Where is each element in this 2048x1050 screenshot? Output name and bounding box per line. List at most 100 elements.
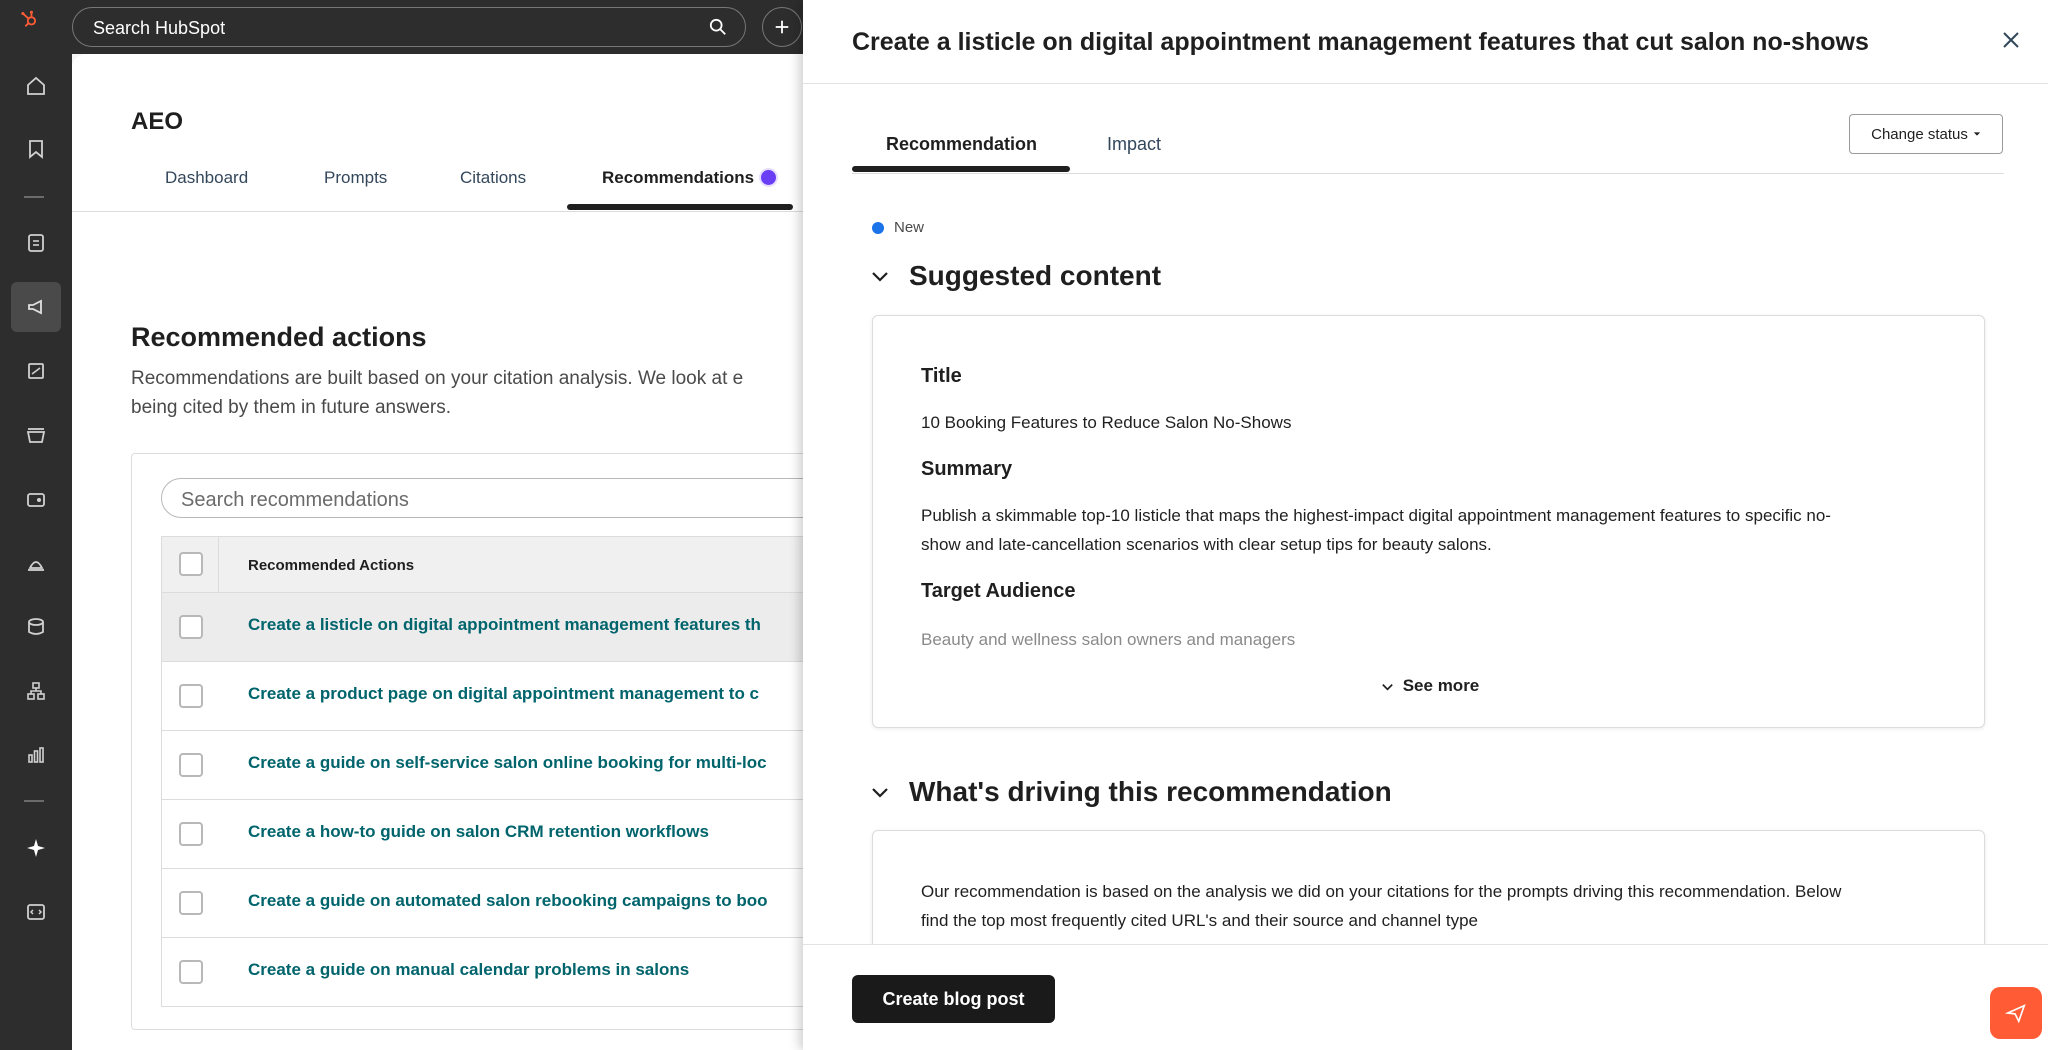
recommendations-search-input[interactable]: Search recommendations xyxy=(161,478,812,518)
row-checkbox[interactable] xyxy=(179,822,203,846)
panel-title: Create a listicle on digital appointment… xyxy=(852,28,1869,56)
title-label: Title xyxy=(921,365,962,387)
commerce-icon[interactable] xyxy=(11,410,61,460)
title-value: 10 Booking Features to Reduce Salon No-S… xyxy=(921,413,1292,432)
active-tab-indicator xyxy=(852,166,1070,172)
recommendations-search-placeholder: Search recommendations xyxy=(181,489,409,511)
see-more-label: See more xyxy=(1402,676,1480,695)
row-link[interactable]: Create a listicle on digital appointment… xyxy=(248,615,761,635)
chevron-down-icon xyxy=(872,788,888,798)
main-content: AEO Dashboard Prompts Citations Recommen… xyxy=(72,54,812,1050)
global-search-placeholder: Search HubSpot xyxy=(93,18,226,38)
row-checkbox[interactable] xyxy=(179,891,203,915)
row-link[interactable]: Create a how-to guide on salon CRM reten… xyxy=(248,822,709,842)
summary-line: show and late-cancellation scenarios wit… xyxy=(921,535,1492,554)
tab-citations[interactable]: Citations xyxy=(460,168,526,188)
target-audience-label: Target Audience xyxy=(921,580,1076,602)
panel-tabs: Recommendation Impact xyxy=(852,112,2004,174)
bookmark-icon[interactable] xyxy=(11,124,61,174)
tab-prompts[interactable]: Prompts xyxy=(324,168,387,188)
automation-icon[interactable] xyxy=(11,666,61,716)
summary-value: Publish a skimmable top-10 listicle that… xyxy=(921,501,1931,559)
row-checkbox[interactable] xyxy=(179,615,203,639)
section-description: Recommendations are built based on your … xyxy=(131,364,812,422)
summary-label: Summary xyxy=(921,458,1013,480)
change-status-label: Change status xyxy=(1871,125,1968,143)
table-row[interactable]: Create a how-to guide on salon CRM reten… xyxy=(161,800,812,869)
suggested-content-toggle[interactable]: Suggested content xyxy=(869,260,1161,292)
top-bar: Search HubSpot xyxy=(72,0,812,54)
notification-badge xyxy=(761,170,776,185)
row-link[interactable]: Create a product page on digital appoint… xyxy=(248,684,759,704)
close-icon[interactable] xyxy=(1999,28,2023,52)
reporting-icon[interactable] xyxy=(11,730,61,780)
row-link[interactable]: Create a guide on manual calendar proble… xyxy=(248,960,689,980)
content-icon[interactable] xyxy=(11,346,61,396)
chevron-down-icon xyxy=(872,272,888,282)
suggested-content-heading: Suggested content xyxy=(909,260,1162,291)
create-blog-post-button[interactable]: Create blog post xyxy=(852,975,1055,1023)
tab-impact[interactable]: Impact xyxy=(1107,134,1161,155)
driving-recommendation-text: Our recommendation is based on the analy… xyxy=(921,877,1931,935)
marketing-megaphone-icon[interactable] xyxy=(11,282,61,332)
table-row[interactable]: Create a guide on manual calendar proble… xyxy=(161,938,812,1007)
panel-footer: Create blog post xyxy=(803,944,2048,1050)
driving-recommendation-heading: What's driving this recommendation xyxy=(909,776,1392,807)
section-heading: Recommended actions xyxy=(131,322,427,352)
column-divider xyxy=(218,537,219,594)
select-all-checkbox[interactable] xyxy=(179,552,203,576)
table-row[interactable]: Create a product page on digital appoint… xyxy=(161,662,812,731)
create-new-button[interactable] xyxy=(762,7,802,47)
column-header-recommended-actions[interactable]: Recommended Actions xyxy=(248,557,414,574)
global-search-input[interactable]: Search HubSpot xyxy=(72,7,746,47)
target-audience-value: Beauty and wellness salon owners and man… xyxy=(921,630,1296,649)
status-dot xyxy=(872,222,884,234)
search-icon[interactable] xyxy=(709,18,727,41)
caret-down-icon xyxy=(1973,132,1981,136)
section-description-line: Recommendations are built based on your … xyxy=(131,368,744,389)
tab-dashboard[interactable]: Dashboard xyxy=(165,168,248,188)
row-checkbox[interactable] xyxy=(179,753,203,777)
table-row[interactable]: Create a listicle on digital appointment… xyxy=(161,593,812,662)
help-chat-button[interactable] xyxy=(1990,987,2042,1039)
driving-recommendation-toggle[interactable]: What's driving this recommendation xyxy=(869,776,1392,808)
left-nav-rail xyxy=(0,0,72,1050)
plus-icon xyxy=(775,20,789,34)
recommendation-detail-panel: Create a listicle on digital appointment… xyxy=(803,0,2048,1050)
row-checkbox[interactable] xyxy=(179,960,203,984)
rail-divider xyxy=(24,196,44,198)
contacts-icon[interactable] xyxy=(11,218,61,268)
driving-recommendation-card: Our recommendation is based on the analy… xyxy=(872,830,1985,944)
rail-divider xyxy=(24,800,44,802)
payments-icon[interactable] xyxy=(11,474,61,524)
row-checkbox[interactable] xyxy=(179,684,203,708)
suggested-content-card: Title 10 Booking Features to Reduce Salo… xyxy=(872,315,1985,728)
home-icon[interactable] xyxy=(11,61,61,111)
active-tab-indicator xyxy=(567,204,793,210)
panel-header: Create a listicle on digital appointment… xyxy=(803,0,2048,84)
chevron-down-icon xyxy=(1381,683,1393,691)
hubspot-logo-icon[interactable] xyxy=(18,8,54,44)
ai-sparkle-icon[interactable] xyxy=(11,823,61,873)
table-row[interactable]: Create a guide on self-service salon onl… xyxy=(161,731,812,800)
change-status-button[interactable]: Change status xyxy=(1849,114,2003,154)
driving-line: find the top most frequently cited URL's… xyxy=(921,911,1479,930)
panel-body: New Suggested content Title 10 Booking F… xyxy=(803,174,2048,944)
data-icon[interactable] xyxy=(11,602,61,652)
driving-line: Our recommendation is based on the analy… xyxy=(921,882,1842,901)
see-more-button[interactable]: See more xyxy=(873,676,1986,696)
recommendations-table-card: Search recommendations Recommended Actio… xyxy=(131,453,812,1030)
summary-line: Publish a skimmable top-10 listicle that… xyxy=(921,506,1831,525)
developer-icon[interactable] xyxy=(11,887,61,937)
tab-recommendations[interactable]: Recommendations xyxy=(602,168,754,188)
table-row[interactable]: Create a guide on automated salon rebook… xyxy=(161,869,812,938)
tab-recommendation[interactable]: Recommendation xyxy=(886,134,1037,155)
row-link[interactable]: Create a guide on self-service salon onl… xyxy=(248,753,767,773)
status-label: New xyxy=(894,219,925,236)
row-link[interactable]: Create a guide on automated salon rebook… xyxy=(248,891,768,911)
send-icon xyxy=(2005,1004,2026,1024)
section-description-line: being cited by them in future answers. xyxy=(131,397,452,418)
service-icon[interactable] xyxy=(11,538,61,588)
table-header: Recommended Actions xyxy=(161,536,812,594)
page-title: AEO xyxy=(131,108,184,135)
